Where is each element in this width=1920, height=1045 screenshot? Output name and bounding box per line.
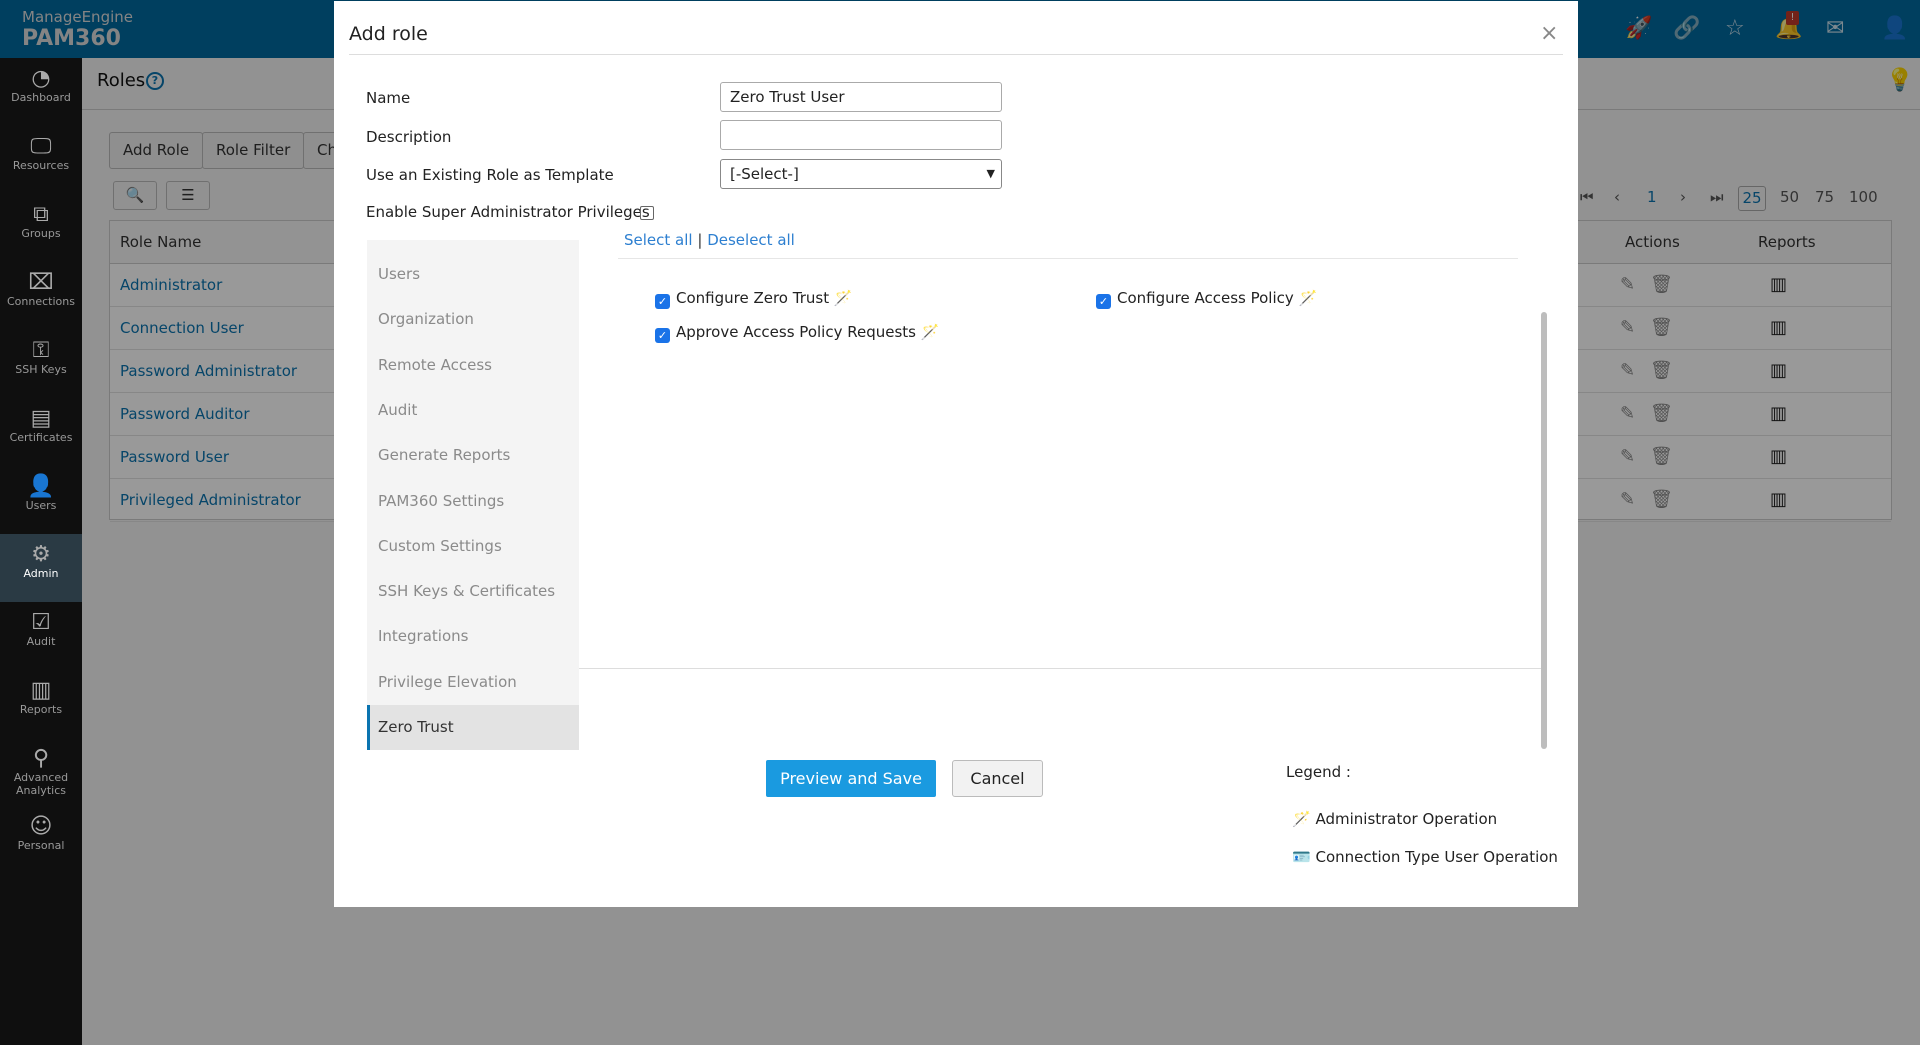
sidebar-icon: ▥	[30, 678, 52, 703]
sidebar-icon: ☺	[29, 814, 53, 839]
preview-and-save-button[interactable]: Preview and Save	[766, 760, 936, 797]
sidebar-icon: ▤	[30, 406, 52, 431]
sidebar-item-users[interactable]: 👤 Users	[0, 466, 82, 534]
permission-label: Configure Zero Trust	[676, 289, 830, 307]
sidebar-item-label: Admin	[23, 567, 59, 580]
divider	[618, 258, 1518, 259]
permission-configure-zero-trust[interactable]: ✓ Configure Zero Trust 🪄	[655, 289, 853, 309]
nav-item-zero-trust[interactable]: Zero Trust	[367, 705, 579, 750]
sidebar-item-label: Dashboard	[11, 91, 71, 104]
admin-operation-icon: 🪄	[920, 323, 940, 341]
sidebar-item-label: SSH Keys	[15, 363, 67, 376]
nav-item-integrations[interactable]: Integrations	[367, 614, 579, 659]
legend-title: Legend :	[1286, 763, 1351, 781]
deselect-all-link[interactable]: Deselect all	[707, 231, 795, 249]
sidebar-item-certificates[interactable]: ▤ Certificates	[0, 398, 82, 466]
template-select[interactable]: [-Select-] ▼	[720, 159, 1002, 189]
super-admin-label: Enable Super Administrator Privileges	[366, 203, 650, 221]
sidebar-icon: 🖵	[30, 134, 52, 159]
sidebar-item-label: Groups	[21, 227, 61, 240]
nav-item-remote-access[interactable]: Remote Access	[367, 343, 579, 388]
super-admin-checkbox[interactable]	[640, 206, 654, 220]
divider	[349, 54, 1563, 55]
template-label: Use an Existing Role as Template	[366, 166, 614, 184]
permission-label: Configure Access Policy	[1117, 289, 1294, 307]
legend-connection-user-operation: 🪪 Connection Type User Operation	[1292, 848, 1558, 866]
permission-category-nav: Users Organization Remote Access Audit Gener…	[367, 240, 579, 750]
cancel-button[interactable]: Cancel	[952, 760, 1043, 797]
name-label: Name	[366, 89, 411, 107]
description-input[interactable]	[720, 120, 1002, 150]
sidebar-item-label: Users	[25, 499, 57, 512]
sidebar-item-label: Reports	[19, 703, 63, 716]
add-role-dialog: Add role × Name Zero Trust User Descript…	[334, 1, 1578, 907]
sidebar-icon: ⧉	[33, 202, 49, 227]
sidebar-item-label: Advanced Analytics	[13, 771, 69, 797]
permission-label: Approve Access Policy Requests	[676, 323, 916, 341]
sidebar-icon: ⚲	[32, 746, 50, 771]
template-selected: [-Select-]	[730, 165, 799, 183]
legend-label: Administrator Operation	[1315, 810, 1498, 828]
checkbox-checked[interactable]: ✓	[655, 294, 670, 309]
sidebar-icon: 👤	[27, 474, 55, 499]
admin-operation-icon: 🪄	[1292, 810, 1311, 828]
sidebar-item-dashboard[interactable]: ◔ Dashboard	[0, 58, 82, 126]
dialog-title: Add role	[349, 23, 428, 45]
sidebar-item-label: Connections	[7, 295, 75, 308]
legend-label: Connection Type User Operation	[1315, 848, 1558, 866]
sidebar-icon: ⚿	[32, 338, 50, 363]
sidebar-item-audit[interactable]: ☑ Audit	[0, 602, 82, 670]
select-all-link[interactable]: Select all	[624, 231, 693, 249]
sidebar-item-reports[interactable]: ▥ Reports	[0, 670, 82, 738]
id-card-icon: 🪪	[1292, 848, 1311, 866]
nav-item-privilege-elevation[interactable]: Privilege Elevation	[367, 660, 579, 705]
sidebar-item-connections[interactable]: ⌧ Connections	[0, 262, 82, 330]
scrollbar[interactable]	[1541, 312, 1547, 749]
nav-item-organization[interactable]: Organization	[367, 297, 579, 342]
sidebar-item-label: Audit	[26, 635, 56, 648]
sidebar-item-label: Personal	[17, 839, 65, 852]
permission-approve-access-policy-requests[interactable]: ✓ Approve Access Policy Requests 🪄	[655, 323, 939, 343]
separator: |	[697, 231, 703, 249]
admin-operation-icon: 🪄	[1298, 289, 1318, 307]
checkbox-checked[interactable]: ✓	[655, 328, 670, 343]
name-input[interactable]: Zero Trust User	[720, 82, 1002, 112]
nav-item-custom-settings[interactable]: Custom Settings	[367, 524, 579, 569]
sidebar-item-resources[interactable]: 🖵 Resources	[0, 126, 82, 194]
checkbox-checked[interactable]: ✓	[1096, 294, 1111, 309]
sidebar-item-groups[interactable]: ⧉ Groups	[0, 194, 82, 262]
sidebar-item-ssh-keys[interactable]: ⚿ SSH Keys	[0, 330, 82, 398]
sidebar-item-admin[interactable]: ⚙ Admin	[0, 534, 82, 602]
nav-item-audit[interactable]: Audit	[367, 388, 579, 433]
select-links: Select all | Deselect all	[624, 231, 795, 249]
nav-item-ssh-keys-certificates[interactable]: SSH Keys & Certificates	[367, 569, 579, 614]
description-label: Description	[366, 128, 452, 146]
nav-item-generate-reports[interactable]: Generate Reports	[367, 433, 579, 478]
sidebar-item-advanced-analytics[interactable]: ⚲ Advanced Analytics	[0, 738, 82, 806]
nav-item-pam360-settings[interactable]: PAM360 Settings	[367, 479, 579, 524]
sidebar-icon: ☑	[31, 610, 51, 635]
divider	[579, 668, 1541, 669]
legend-admin-operation: 🪄 Administrator Operation	[1292, 810, 1497, 828]
permission-configure-access-policy[interactable]: ✓ Configure Access Policy 🪄	[1096, 289, 1317, 309]
chevron-down-icon: ▼	[986, 167, 995, 180]
admin-operation-icon: 🪄	[833, 289, 853, 307]
sidebar-item-personal[interactable]: ☺ Personal	[0, 806, 82, 874]
sidebar-icon: ⌧	[28, 270, 54, 295]
sidebar-icon: ◔	[31, 66, 51, 91]
close-icon[interactable]: ×	[1540, 21, 1558, 46]
sidebar-item-label: Resources	[12, 159, 70, 172]
sidebar-icon: ⚙	[31, 542, 51, 567]
nav-item-users[interactable]: Users	[367, 252, 579, 297]
sidebar-item-label: Certificates	[9, 431, 73, 444]
